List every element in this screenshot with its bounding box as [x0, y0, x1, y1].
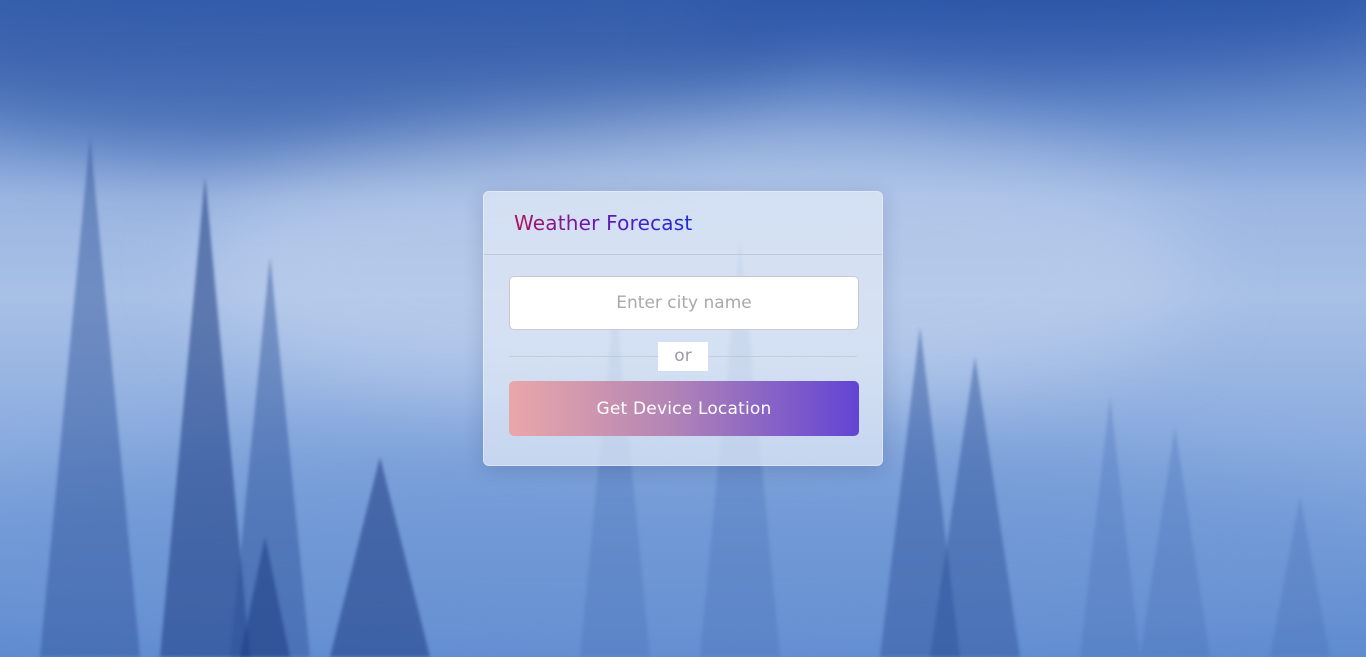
app-title: Weather Forecast — [514, 211, 693, 235]
get-device-location-button[interactable]: Get Device Location — [509, 381, 859, 436]
weather-search-card: Weather Forecast or Get Device Location — [483, 191, 883, 466]
or-divider: or — [509, 341, 857, 371]
card-body: or Get Device Location — [484, 255, 882, 436]
card-header: Weather Forecast — [484, 192, 882, 255]
city-search-input[interactable] — [509, 276, 859, 330]
or-label: or — [658, 341, 708, 371]
